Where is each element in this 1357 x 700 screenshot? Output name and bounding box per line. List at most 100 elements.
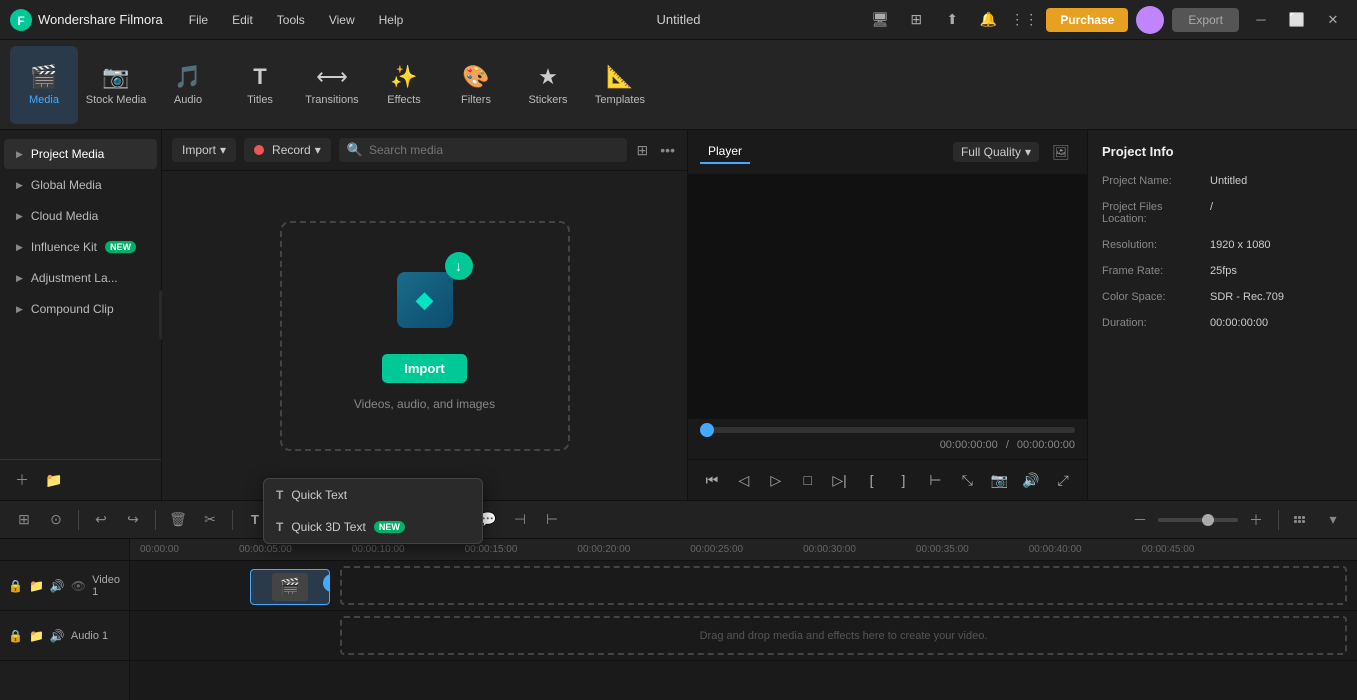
ruler-spacer <box>0 539 129 561</box>
frame-forward-button[interactable]: ▷| <box>828 466 852 494</box>
sidebar-item-compound-clip[interactable]: ▶ Compound Clip <box>4 294 157 324</box>
info-row-duration: Duration: 00:00:00:00 <box>1102 317 1343 329</box>
filter-icon[interactable]: ⊞ <box>635 140 651 161</box>
trim-button[interactable]: ⊢ <box>923 466 947 494</box>
redo-button[interactable]: ↪ <box>119 506 147 534</box>
audio-drop-zone[interactable]: Drag and drop media and effects here to … <box>340 616 1347 655</box>
monitor-icon[interactable]: 🖥 <box>866 6 894 34</box>
import-button[interactable]: Import ▾ <box>172 138 236 162</box>
in-point-button[interactable]: [ <box>860 466 884 494</box>
snapshot-icon[interactable]: 🖼 <box>1047 138 1075 166</box>
ruler-mark-2: 00:00:10:00 <box>352 544 405 555</box>
info-label-framerate: Frame Rate: <box>1102 265 1202 277</box>
toolbar-stock-media[interactable]: 📷 Stock Media <box>82 46 150 124</box>
ruler-mark-7: 00:00:35:00 <box>916 544 969 555</box>
toolbar-effects[interactable]: ✨ Effects <box>370 46 438 124</box>
menu-view[interactable]: View <box>319 9 365 31</box>
fullscreen-button[interactable]: ⤡ <box>955 466 979 494</box>
arrow-icon: ▶ <box>16 273 23 284</box>
out-point-button[interactable]: ] <box>892 466 916 494</box>
import-media-button[interactable]: Import <box>382 354 466 383</box>
toolbar-transitions[interactable]: ⟷ Transitions <box>298 46 366 124</box>
toolbar-audio[interactable]: 🎵 Audio <box>154 46 222 124</box>
snap-button[interactable]: ⊞ <box>10 506 38 534</box>
upload-icon[interactable]: ⬆ <box>938 6 966 34</box>
user-avatar[interactable] <box>1136 6 1164 34</box>
record-chevron-icon: ▾ <box>315 143 321 157</box>
apps-icon[interactable]: ⋮⋮ <box>1010 6 1038 34</box>
ruler-mark-9: 00:00:45:00 <box>1142 544 1195 555</box>
magnet-button[interactable]: ⊙ <box>42 506 70 534</box>
track-lock-icon[interactable]: 🔒 <box>8 579 23 593</box>
sidebar-item-project-media[interactable]: ▶ Project Media <box>4 139 157 169</box>
frame-back-button[interactable]: ◁ <box>732 466 756 494</box>
toolbar-filters[interactable]: 🎨 Filters <box>442 46 510 124</box>
cut-button[interactable]: ✂ <box>196 506 224 534</box>
quality-chevron-icon: ▾ <box>1025 145 1031 159</box>
video-drop-zone[interactable] <box>340 566 1347 605</box>
ruler-mark-3: 00:00:15:00 <box>465 544 518 555</box>
timeline-content: 🔒 📁 🔊 👁 Video 1 🔒 📁 🔊 Audio 1 00:00:00 0… <box>0 539 1357 700</box>
record-button[interactable]: Record ▾ <box>244 138 331 162</box>
go-to-start-button[interactable]: ⏮ <box>700 466 724 494</box>
templates-icon: 📐 <box>606 64 633 90</box>
folder-button[interactable]: 📁 <box>40 466 68 494</box>
audio-track-sound-icon[interactable]: 🔊 <box>50 629 65 643</box>
more-options-icon[interactable]: ••• <box>658 140 677 160</box>
toolbar-stickers[interactable]: ★ Stickers <box>514 46 582 124</box>
zoom-out-button[interactable]: － <box>1126 506 1154 534</box>
close-button[interactable]: ✕ <box>1319 6 1347 34</box>
grid-view-button[interactable] <box>1287 506 1315 534</box>
transitions-icon: ⟷ <box>316 64 348 90</box>
bell-icon[interactable]: 🔔 <box>974 6 1002 34</box>
toolbar-media[interactable]: 🎬 Media <box>10 46 78 124</box>
toolbar-templates[interactable]: 📐 Templates <box>586 46 654 124</box>
import-drop-area[interactable]: ◆ ↓ Import Videos, audio, and images <box>280 221 570 451</box>
sidebar-item-global-media[interactable]: ▶ Global Media <box>4 170 157 200</box>
delete-button[interactable]: 🗑 <box>164 506 192 534</box>
ruler-mark-8: 00:00:40:00 <box>1029 544 1082 555</box>
split-button[interactable]: ⊣ <box>506 506 534 534</box>
export-button[interactable]: Export <box>1172 8 1239 32</box>
minimize-button[interactable]: － <box>1247 6 1275 34</box>
undo-button[interactable]: ↩ <box>87 506 115 534</box>
camera-button[interactable]: 📷 <box>987 466 1011 494</box>
sidebar-item-adjustment-layer[interactable]: ▶ Adjustment La... <box>4 263 157 293</box>
toolbar-titles[interactable]: T Titles <box>226 46 294 124</box>
zoom-fit-button[interactable]: ⤢ <box>1051 466 1075 494</box>
audio-track-lock-icon[interactable]: 🔒 <box>8 629 23 643</box>
video-clip[interactable]: 🎬 + <box>250 569 330 605</box>
audio-track-folder-icon[interactable]: 📁 <box>29 629 44 643</box>
add-media-button[interactable]: ＋ <box>8 466 36 494</box>
time-separator: / <box>1006 439 1009 451</box>
stop-button[interactable]: □ <box>796 466 820 494</box>
quick-3d-text-item[interactable]: T Quick 3D Text NEW <box>264 511 482 543</box>
quality-select[interactable]: Full Quality ▾ <box>953 142 1039 162</box>
layout-icon[interactable]: ⊞ <box>902 6 930 34</box>
clip-add-button[interactable]: + <box>323 574 330 592</box>
menu-edit[interactable]: Edit <box>222 9 263 31</box>
volume-button[interactable]: 🔊 <box>1019 466 1043 494</box>
playhead-slider[interactable] <box>700 427 1075 433</box>
search-input[interactable] <box>369 143 619 157</box>
quick-text-item[interactable]: T Quick Text <box>264 479 482 511</box>
maximize-button[interactable]: ⬜ <box>1283 6 1311 34</box>
sidebar-item-cloud-media[interactable]: ▶ Cloud Media <box>4 201 157 231</box>
zoom-in-button[interactable]: ＋ <box>1242 506 1270 534</box>
sidebar-item-influence-kit[interactable]: ▶ Influence Kit NEW <box>4 232 157 262</box>
menu-tools[interactable]: Tools <box>267 9 315 31</box>
tab-player[interactable]: Player <box>700 140 750 164</box>
purchase-button[interactable]: Purchase <box>1046 8 1128 32</box>
sidebar-label-adjustment-layer: Adjustment La... <box>31 271 118 285</box>
main-toolbar: 🎬 Media 📷 Stock Media 🎵 Audio T Titles ⟷… <box>0 40 1357 130</box>
zoom-slider[interactable] <box>1158 518 1238 522</box>
track-audio-icon[interactable]: 🔊 <box>50 579 65 593</box>
menu-file[interactable]: File <box>179 9 218 31</box>
track-visible-icon[interactable]: 👁 <box>71 579 86 593</box>
merge-button[interactable]: ⊢ <box>538 506 566 534</box>
track-folder-icon[interactable]: 📁 <box>29 579 44 593</box>
play-button[interactable]: ▷ <box>764 466 788 494</box>
menu-help[interactable]: Help <box>369 9 414 31</box>
time-display: 00:00:00:00 / 00:00:00:00 <box>700 439 1075 451</box>
settings-chevron-button[interactable]: ▾ <box>1319 506 1347 534</box>
